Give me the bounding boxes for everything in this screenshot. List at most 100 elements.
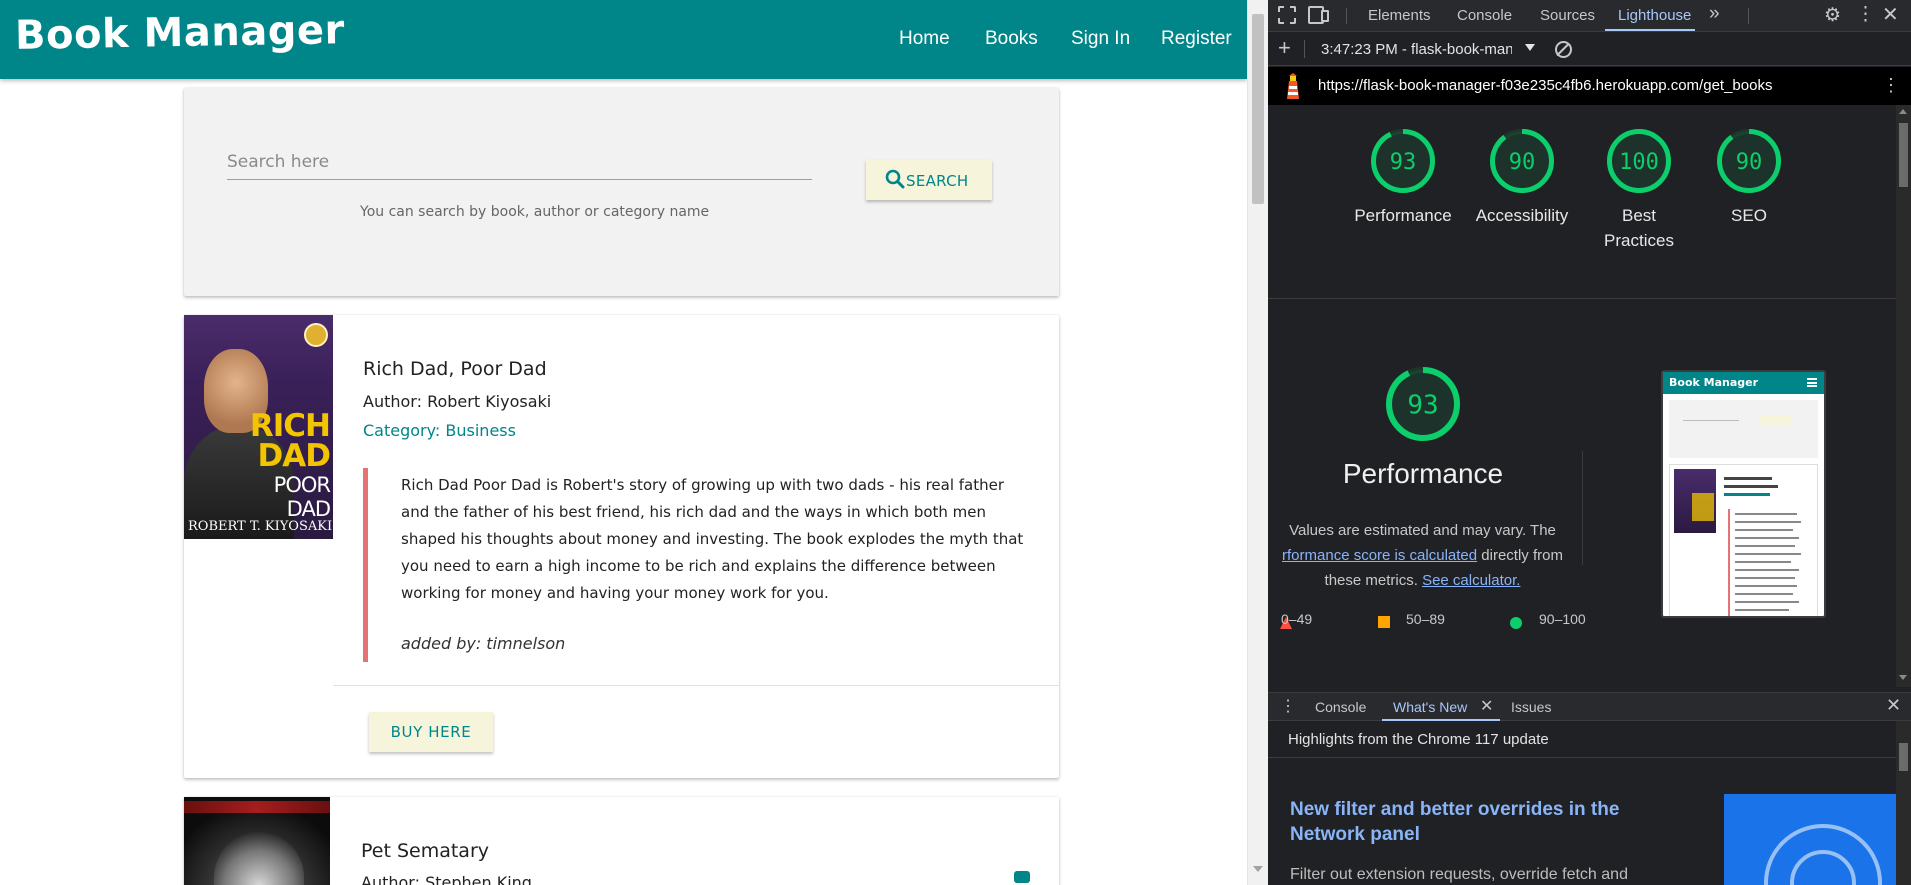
thumbnail-text-line <box>1735 601 1799 603</box>
cover-title: RICH DAD <box>249 408 331 474</box>
book-description: Rich Dad Poor Dad is Robert's story of g… <box>401 476 1024 602</box>
thumbnail-text-line <box>1735 521 1801 523</box>
drawer-tabbar: ⋮ Console What's New ✕ Issues ✕ <box>1268 692 1911 721</box>
score-gauge-accessibility[interactable]: 90 Accessibility <box>1467 127 1577 228</box>
tab-elements[interactable]: Elements <box>1368 7 1431 24</box>
page-scrollbar[interactable] <box>1247 0 1268 885</box>
thumbnail-search-button <box>1759 415 1791 426</box>
close-devtools-icon[interactable]: ✕ <box>1882 2 1899 27</box>
drawer-menu-icon[interactable]: ⋮ <box>1280 696 1296 716</box>
new-report-plus-icon[interactable]: + <box>1278 35 1291 61</box>
score-gauge-best-practices[interactable]: 100 Best Practices <box>1579 127 1699 253</box>
score-calculated-link[interactable]: rformance score is calculated <box>1282 547 1477 564</box>
section-divider <box>1268 298 1896 299</box>
legend-pass-range: 90–100 <box>1539 611 1586 627</box>
lighthouse-report: 93 Performance 90 Accessibility 100 Best Pr… <box>1268 105 1896 687</box>
cover-badge <box>304 323 328 347</box>
toolbar-separator <box>1748 8 1749 24</box>
clear-reports-icon[interactable] <box>1555 41 1572 58</box>
device-toolbar-phone-icon <box>1321 10 1329 22</box>
feature-illustration <box>1724 794 1896 885</box>
see-calculator-link[interactable]: See calculator. <box>1422 572 1520 589</box>
dropdown-caret-icon[interactable] <box>1525 44 1535 51</box>
gauge-score: 93 <box>1390 150 1417 175</box>
drawer-scrollbar[interactable] <box>1896 721 1911 885</box>
scroll-down-arrow-icon[interactable] <box>1899 675 1907 680</box>
tab-console[interactable]: Console <box>1457 7 1512 24</box>
cover-banner <box>184 801 330 813</box>
nav-books-link[interactable]: Books <box>985 28 1038 50</box>
report-scrollbar[interactable] <box>1896 105 1911 687</box>
drawer-tab-whats-new[interactable]: What's New <box>1393 699 1467 715</box>
tab-sources[interactable]: Sources <box>1540 7 1595 24</box>
report-options-menu-icon[interactable]: ⋮ <box>1882 75 1900 96</box>
devtools-panel: Elements Console Sources Lighthouse » ⚙ … <box>1268 0 1911 885</box>
buy-here-button[interactable]: BUY HERE <box>369 712 493 752</box>
performance-big-gauge: 93 <box>1328 365 1518 448</box>
search-card: You can search by book, author or catego… <box>184 88 1059 296</box>
toolbar-separator <box>1304 40 1305 58</box>
nav-register-link[interactable]: Register <box>1161 28 1232 50</box>
website-viewport: Book Manager Home Books Sign In Register… <box>0 0 1247 885</box>
drawer-tab-console[interactable]: Console <box>1315 699 1366 715</box>
close-drawer-icon[interactable]: ✕ <box>1886 695 1901 716</box>
brand-logo[interactable]: Book Manager <box>15 7 345 59</box>
feature-title-link[interactable]: New filter and better overrides in the N… <box>1290 797 1635 847</box>
report-selector[interactable]: 3:47:23 PM - flask-book-mana <box>1321 41 1512 58</box>
legend-average-range: 50–89 <box>1406 611 1445 627</box>
thumbnail-text-line <box>1735 609 1789 611</box>
score-gauge-performance[interactable]: 93 Performance <box>1348 127 1458 228</box>
thumbnail-text-line <box>1735 529 1793 531</box>
drawer-scroll-thumb[interactable] <box>1899 743 1908 771</box>
more-tabs-chevron-icon[interactable]: » <box>1709 3 1720 25</box>
thumbnail-text-line <box>1724 485 1778 488</box>
book-category-link[interactable]: Category: Business <box>363 421 516 440</box>
legend-fail-range: 0–49 <box>1281 611 1313 627</box>
thumbnail-navbar: Book Manager <box>1663 372 1824 394</box>
scroll-up-arrow-icon[interactable] <box>1899 109 1907 114</box>
customize-menu-icon[interactable]: ⋮ <box>1856 3 1875 26</box>
search-button[interactable]: SEARCH <box>866 160 992 200</box>
whats-new-heading: Highlights from the Chrome 117 update <box>1288 731 1549 748</box>
whats-new-content: Highlights from the Chrome 117 update Ne… <box>1268 721 1896 885</box>
nav-home-link[interactable]: Home <box>899 28 950 50</box>
thumbnail-text-line <box>1724 493 1770 496</box>
thumbnail-text-line <box>1735 593 1793 595</box>
close-tab-icon[interactable]: ✕ <box>1480 696 1493 716</box>
search-input[interactable] <box>227 150 812 180</box>
drawer-tab-issues[interactable]: Issues <box>1511 699 1551 715</box>
thumbnail-search-card <box>1669 400 1818 458</box>
gauge-ring: 93 <box>1386 367 1460 441</box>
settings-gear-icon[interactable]: ⚙ <box>1824 4 1841 27</box>
report-scroll-thumb[interactable] <box>1899 123 1908 187</box>
active-tab-indicator <box>1605 29 1695 31</box>
site-navbar: Book Manager Home Books Sign In Register <box>0 0 1247 79</box>
thumbnail-text-line <box>1735 553 1801 555</box>
search-icon <box>885 169 905 189</box>
performance-summary: 93 Performance <box>1328 365 1518 490</box>
final-screenshot-thumbnail[interactable]: Book Manager <box>1661 370 1826 618</box>
score-gauge-seo[interactable]: 90 SEO <box>1694 127 1804 228</box>
gauge-score: 90 <box>1509 150 1536 175</box>
gauge-label: Best Practices <box>1604 206 1674 250</box>
page-scroll-thumb[interactable] <box>1252 14 1264 204</box>
thumbnail-search-line <box>1683 420 1739 421</box>
gauge-label: Accessibility <box>1475 206 1569 225</box>
performance-note: Values are estimated and may vary. The r… <box>1282 522 1563 589</box>
nav-signin-link[interactable]: Sign In <box>1071 28 1130 50</box>
gauge-score: 93 <box>1407 390 1438 420</box>
inspect-element-icon[interactable] <box>1278 6 1296 24</box>
thumbnail-text-line <box>1735 513 1797 515</box>
book-author: Author: Robert Kiyosaki <box>363 392 552 411</box>
book-title: Pet Sematary <box>361 840 490 862</box>
scroll-down-arrow-icon[interactable] <box>1253 866 1263 872</box>
lighthouse-toolbar: + 3:47:23 PM - flask-book-mana <box>1268 32 1911 66</box>
thumbnail-text-line <box>1735 561 1791 563</box>
cover-subtitle: POOR DAD <box>273 473 331 521</box>
search-hint: You can search by book, author or catego… <box>360 204 710 220</box>
vertical-divider <box>1582 451 1583 565</box>
book-description-quote: Rich Dad Poor Dad is Robert's story of g… <box>363 468 1023 662</box>
book-edit-icon[interactable] <box>1014 871 1030 883</box>
tab-lighthouse[interactable]: Lighthouse <box>1618 7 1691 24</box>
thumbnail-text-line <box>1735 569 1799 571</box>
